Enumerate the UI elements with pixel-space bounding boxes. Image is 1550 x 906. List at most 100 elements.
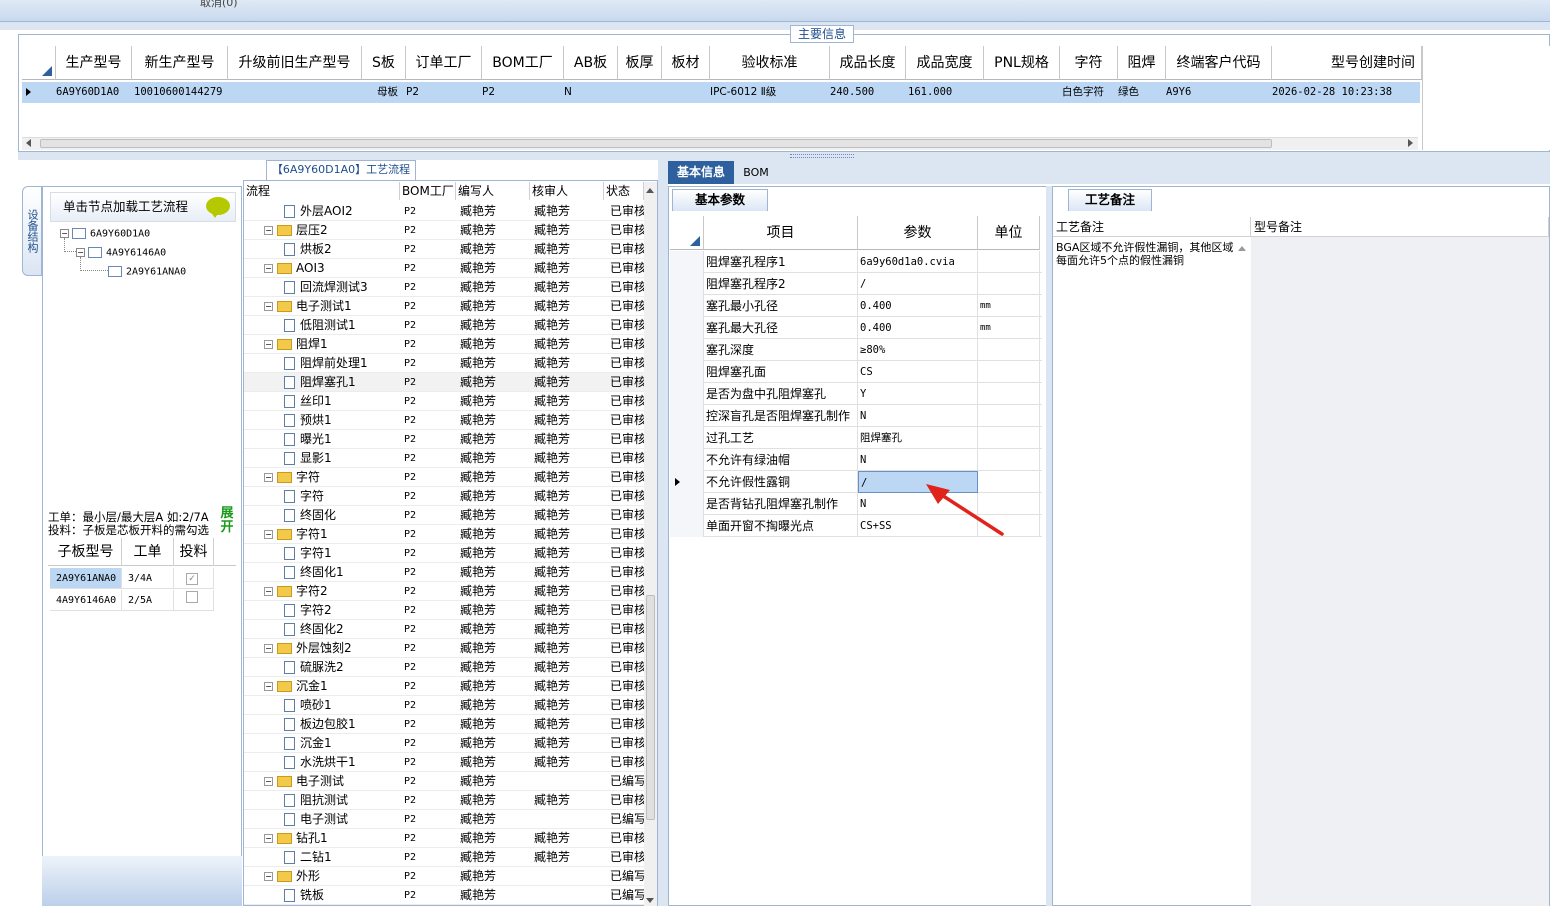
- param-row[interactable]: 塞孔深度 ≥80%: [670, 339, 1042, 361]
- param-row[interactable]: 塞孔最小孔径 0.400 mm: [670, 295, 1042, 317]
- collapse-icon[interactable]: −: [264, 644, 273, 653]
- param-row[interactable]: 过孔工艺 阻焊塞孔: [670, 427, 1042, 449]
- col-item[interactable]: 项目: [704, 216, 858, 250]
- flow-row[interactable]: − AOI3 P2 臧艳芳 臧艳芳 已审核: [244, 259, 644, 278]
- param-value[interactable]: 6a9y60d1a0.cvia: [858, 251, 978, 273]
- cell-standard[interactable]: IPC-6012 Ⅱ级: [706, 82, 826, 103]
- collapse-icon[interactable]: −: [264, 226, 273, 235]
- row-header[interactable]: [670, 273, 704, 295]
- flow-row[interactable]: 铣板 P2 臧艳芳 已编写: [244, 886, 644, 905]
- flow-row[interactable]: − 电子测试1 P2 臧艳芳 臧艳芳 已审核: [244, 297, 644, 316]
- col-created[interactable]: 型号创建时间: [1272, 46, 1422, 80]
- col-writer[interactable]: 编写人: [456, 182, 530, 200]
- cell-customer[interactable]: A9Y6: [1162, 82, 1268, 103]
- param-value[interactable]: 0.400: [858, 295, 978, 317]
- row-header[interactable]: [670, 317, 704, 339]
- flow-row[interactable]: 字符2 P2 臧艳芳 臧艳芳 已审核: [244, 601, 644, 620]
- col-material[interactable]: 板材: [662, 46, 710, 80]
- col-feed[interactable]: 投料: [174, 538, 214, 566]
- flow-row[interactable]: − 钻孔1 P2 臧艳芳 臧艳芳 已审核: [244, 829, 644, 848]
- row-header[interactable]: [670, 295, 704, 317]
- col-reviewer[interactable]: 核审人: [530, 182, 604, 200]
- collapse-icon[interactable]: −: [264, 587, 273, 596]
- col-ab-board[interactable]: AB板: [564, 46, 618, 80]
- flow-row[interactable]: 水洗烘干1 P2 臧艳芳 臧艳芳 已审核: [244, 753, 644, 772]
- flow-row[interactable]: 终固化2 P2 臧艳芳 臧艳芳 已审核: [244, 620, 644, 639]
- flow-row[interactable]: 二钻1 P2 臧艳芳 臧艳芳 已审核: [244, 848, 644, 867]
- col-prod-model[interactable]: 生产型号: [56, 46, 132, 80]
- feed-checkbox[interactable]: [186, 591, 198, 603]
- cell-prod-model[interactable]: 6A9Y60D1A0: [52, 82, 130, 103]
- cell-pnl[interactable]: [984, 82, 1058, 103]
- basic-params-tab[interactable]: 基本参数: [672, 189, 768, 211]
- cell-width[interactable]: 161.000: [904, 82, 984, 103]
- col-mask[interactable]: 阻焊: [1118, 46, 1166, 80]
- col-status[interactable]: 状态: [604, 182, 644, 200]
- flow-row[interactable]: − 字符 P2 臧艳芳 臧艳芳 已审核: [244, 468, 644, 487]
- tab-bom[interactable]: BOM: [738, 161, 774, 184]
- process-note-text[interactable]: BGA区域不允许假性漏铜，其他区域每面允许5个点的假性漏铜: [1056, 241, 1236, 267]
- flow-row[interactable]: 曝光1 P2 臧艳芳 臧艳芳 已审核: [244, 430, 644, 449]
- col-unit[interactable]: 单位: [978, 216, 1040, 250]
- row-header[interactable]: [670, 493, 704, 515]
- row-header[interactable]: [670, 361, 704, 383]
- sub-row-feed[interactable]: [174, 590, 214, 611]
- cell-bom-factory[interactable]: P2: [478, 82, 560, 103]
- param-value[interactable]: /: [858, 273, 978, 295]
- flow-row[interactable]: 丝印1 P2 臧艳芳 臧艳芳 已审核: [244, 392, 644, 411]
- scroll-left-icon[interactable]: [26, 139, 31, 147]
- col-param[interactable]: 参数: [858, 216, 978, 250]
- sub-row-order[interactable]: 2/5A: [122, 590, 174, 611]
- sub-row-order[interactable]: 3/4A: [122, 568, 174, 589]
- flow-row[interactable]: 终固化 P2 臧艳芳 臧艳芳 已审核: [244, 506, 644, 525]
- row-header[interactable]: [670, 405, 704, 427]
- flow-row[interactable]: 预烘1 P2 臧艳芳 臧艳芳 已审核: [244, 411, 644, 430]
- splitter-grip-icon[interactable]: [790, 154, 854, 158]
- col-pnl[interactable]: PNL规格: [984, 46, 1060, 80]
- flow-row[interactable]: − 外层蚀刻2 P2 臧艳芳 臧艳芳 已审核: [244, 639, 644, 658]
- param-row[interactable]: 是否为盘中孔阻焊塞孔 Y: [670, 383, 1042, 405]
- sub-row-model[interactable]: 4A9Y6146A0: [50, 590, 122, 611]
- flow-row[interactable]: 终固化1 P2 臧艳芳 臧艳芳 已审核: [244, 563, 644, 582]
- flow-row[interactable]: − 层压2 P2 臧艳芳 臧艳芳 已审核: [244, 221, 644, 240]
- row-header[interactable]: [670, 449, 704, 471]
- collapse-icon[interactable]: −: [264, 872, 273, 881]
- collapse-icon[interactable]: −: [60, 229, 69, 238]
- flow-row[interactable]: − 阻焊1 P2 臧艳芳 臧艳芳 已审核: [244, 335, 644, 354]
- cell-ab-board[interactable]: N: [560, 82, 618, 103]
- collapse-icon[interactable]: −: [264, 682, 273, 691]
- cell-length[interactable]: 240.500: [826, 82, 904, 103]
- collapse-icon[interactable]: −: [264, 302, 273, 311]
- col-bom-factory[interactable]: BOM工厂: [482, 46, 564, 80]
- param-value[interactable]: N: [858, 405, 978, 427]
- tree-node-leaf[interactable]: 2A9Y61ANA0: [108, 266, 186, 278]
- grid-corner[interactable]: [22, 46, 56, 80]
- cell-thickness[interactable]: [618, 82, 662, 103]
- device-structure-tab[interactable]: 设备结构: [22, 186, 42, 276]
- row-header[interactable]: [670, 251, 704, 273]
- flow-row[interactable]: 电子测试 P2 臧艳芳 已编写: [244, 810, 644, 829]
- cell-s-board[interactable]: 母板: [362, 82, 402, 103]
- scroll-up-icon[interactable]: [646, 188, 654, 193]
- row-header[interactable]: [670, 471, 704, 493]
- flow-row[interactable]: − 字符1 P2 臧艳芳 臧艳芳 已审核: [244, 525, 644, 544]
- col-width[interactable]: 成品宽度: [906, 46, 984, 80]
- sub-row-feed[interactable]: ✓: [174, 568, 214, 589]
- sub-row-model[interactable]: 2A9Y61ANA0: [50, 568, 122, 589]
- flow-row[interactable]: 回流焊测试3 P2 臧艳芳 臧艳芳 已审核: [244, 278, 644, 297]
- flow-row[interactable]: − 沉金1 P2 臧艳芳 臧艳芳 已审核: [244, 677, 644, 696]
- param-value[interactable]: CS: [858, 361, 978, 383]
- col-thickness[interactable]: 板厚: [618, 46, 662, 80]
- cell-material[interactable]: [662, 82, 706, 103]
- collapse-icon[interactable]: −: [264, 530, 273, 539]
- flow-row[interactable]: 板边包胶1 P2 臧艳芳 臧艳芳 已审核: [244, 715, 644, 734]
- feed-checkbox[interactable]: ✓: [186, 573, 198, 585]
- flow-row[interactable]: 字符 P2 臧艳芳 臧艳芳 已审核: [244, 487, 644, 506]
- flow-row[interactable]: 阻焊前处理1 P2 臧艳芳 臧艳芳 已审核: [244, 354, 644, 373]
- col-standard[interactable]: 验收标准: [710, 46, 830, 80]
- note-scroll-up-icon[interactable]: [1238, 246, 1246, 251]
- collapse-icon[interactable]: −: [264, 834, 273, 843]
- collapse-icon[interactable]: −: [264, 473, 273, 482]
- flow-row[interactable]: 显影1 P2 臧艳芳 臧艳芳 已审核: [244, 449, 644, 468]
- horizontal-scroll-thumb[interactable]: [40, 139, 1272, 148]
